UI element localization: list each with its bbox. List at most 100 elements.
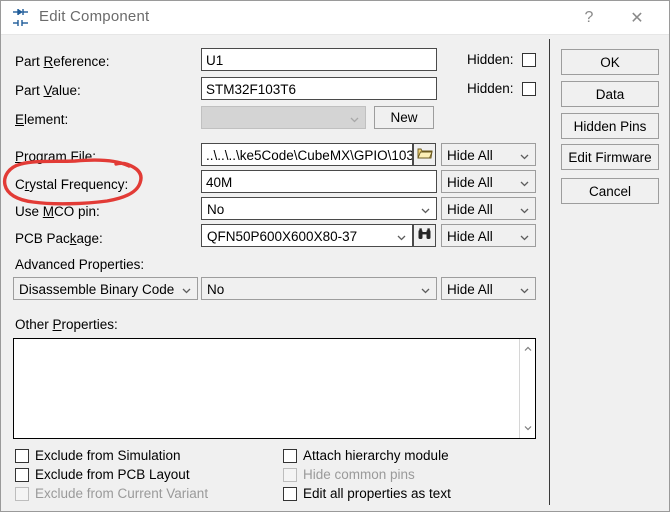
other-properties-textarea[interactable] bbox=[13, 338, 536, 439]
hidden-label-reference: Hidden: bbox=[467, 52, 514, 67]
chevron-down-icon bbox=[519, 282, 530, 294]
pcb-package-visibility-value: Hide All bbox=[447, 229, 493, 244]
chevron-down-icon bbox=[420, 202, 431, 214]
use-mco-pin-dropdown[interactable]: No bbox=[201, 197, 437, 220]
program-file-input[interactable]: ..\..\..\ke5Code\CubeMX\GPIO\103 bbox=[201, 143, 413, 166]
checkbox-box bbox=[283, 467, 297, 482]
checkbox-attach-hierarchy-module[interactable]: Attach hierarchy module bbox=[283, 448, 449, 463]
help-icon: ? bbox=[584, 8, 594, 26]
checkbox-exclude-simulation[interactable]: Exclude from Simulation bbox=[15, 448, 181, 463]
program-file-label: Program File: bbox=[15, 149, 96, 164]
checkbox-box[interactable] bbox=[283, 486, 297, 501]
part-reference-label: Part Reference: bbox=[15, 54, 110, 69]
part-value-label: Part Value: bbox=[15, 83, 81, 98]
label-suffix: roperties: bbox=[61, 317, 118, 332]
pcb-package-visibility-dropdown[interactable]: Hide All bbox=[441, 224, 536, 247]
scroll-up-icon[interactable] bbox=[520, 341, 536, 357]
close-icon: ✕ bbox=[630, 9, 644, 27]
part-reference-hidden-checkbox[interactable]: Hidden: bbox=[467, 52, 536, 67]
checkbox-label: Exclude from PCB Layout bbox=[35, 467, 190, 482]
label-mnemonic: V bbox=[43, 83, 52, 98]
ok-button[interactable]: OK bbox=[561, 49, 659, 75]
other-properties-scrollbar[interactable] bbox=[519, 339, 535, 438]
chevron-down-icon bbox=[181, 282, 192, 294]
checkbox-box[interactable] bbox=[15, 467, 29, 482]
advanced-properties-value-dropdown[interactable]: No bbox=[201, 277, 437, 300]
label-prefix: Part bbox=[15, 83, 44, 98]
close-button[interactable]: ✕ bbox=[615, 1, 659, 34]
advanced-properties-visibility-dropdown[interactable]: Hide All bbox=[441, 277, 536, 300]
chevron-down-icon bbox=[396, 229, 407, 241]
program-file-browse-button[interactable] bbox=[413, 143, 436, 166]
label-mnemonic: P bbox=[15, 149, 25, 164]
cancel-button[interactable]: Cancel bbox=[561, 178, 659, 204]
edit-firmware-button[interactable]: Edit Firmware bbox=[561, 144, 659, 170]
scroll-down-icon[interactable] bbox=[520, 420, 536, 436]
chevron-down-icon bbox=[519, 229, 530, 241]
chevron-down-icon bbox=[519, 175, 530, 187]
checkbox-label: Exclude from Simulation bbox=[35, 448, 181, 463]
hidden-label-value: Hidden: bbox=[467, 81, 514, 96]
title-bar: Edit Component ? ✕ bbox=[1, 1, 669, 34]
label-mnemonic: M bbox=[42, 204, 55, 219]
checkbox-label: Hide common pins bbox=[303, 467, 415, 482]
crystal-frequency-input[interactable]: 40M bbox=[201, 170, 437, 193]
label-suffix: lement: bbox=[24, 112, 69, 127]
checkbox-label: Edit all properties as text bbox=[303, 486, 451, 501]
checkbox-box[interactable] bbox=[283, 448, 297, 463]
binoculars-icon bbox=[417, 227, 432, 244]
part-value-hidden-checkbox[interactable]: Hidden: bbox=[467, 81, 536, 96]
checkbox-edit-all-properties-as-text[interactable]: Edit all properties as text bbox=[283, 486, 451, 501]
other-properties-label: Other Properties: bbox=[15, 317, 118, 332]
pcb-package-dropdown[interactable]: QFN50P600X600X80-37 bbox=[201, 224, 413, 247]
title-bar-separator bbox=[1, 34, 669, 35]
program-file-visibility-dropdown[interactable]: Hide All bbox=[441, 143, 536, 166]
vertical-divider bbox=[549, 39, 550, 505]
chevron-down-icon bbox=[519, 202, 530, 214]
advanced-properties-value: No bbox=[207, 282, 225, 297]
checkbox-box bbox=[15, 486, 29, 501]
label-prefix: Part bbox=[15, 54, 44, 69]
label-suffix: alue: bbox=[51, 83, 81, 98]
checkbox-box[interactable] bbox=[15, 448, 29, 463]
help-button[interactable]: ? bbox=[567, 1, 611, 34]
advanced-properties-label: Advanced Properties: bbox=[15, 257, 145, 272]
crystal-frequency-visibility-dropdown[interactable]: Hide All bbox=[441, 170, 536, 193]
checkbox-exclude-pcb-layout[interactable]: Exclude from PCB Layout bbox=[15, 467, 190, 482]
advanced-properties-name-dropdown[interactable]: Disassemble Binary Code bbox=[13, 277, 198, 300]
chevron-down-icon bbox=[519, 148, 530, 160]
label-prefix: Other bbox=[15, 317, 53, 332]
label-prefix: C bbox=[15, 177, 25, 192]
hidden-checkbox-value-box[interactable] bbox=[521, 81, 536, 96]
hidden-checkbox-reference-box[interactable] bbox=[521, 52, 536, 67]
use-mco-pin-visibility-dropdown[interactable]: Hide All bbox=[441, 197, 536, 220]
program-file-visibility-value: Hide All bbox=[447, 148, 493, 163]
part-reference-input[interactable]: U1 bbox=[201, 48, 437, 71]
checkbox-hide-common-pins: Hide common pins bbox=[283, 467, 415, 482]
part-value-input[interactable]: STM32F103T6 bbox=[201, 77, 437, 100]
label-mnemonic: P bbox=[52, 317, 62, 332]
label-mnemonic: R bbox=[43, 54, 54, 69]
label-suffix: eference: bbox=[53, 54, 110, 69]
pcb-package-value: QFN50P600X600X80-37 bbox=[207, 229, 358, 244]
label-prefix: Use bbox=[15, 204, 43, 219]
component-ic-icon bbox=[10, 7, 32, 29]
data-button[interactable]: Data bbox=[561, 81, 659, 107]
use-mco-pin-label: Use MCO pin: bbox=[15, 204, 100, 219]
checkbox-label: Exclude from Current Variant bbox=[35, 486, 209, 501]
pcb-package-label: PCB Package: bbox=[15, 231, 103, 246]
pcb-package-search-button[interactable] bbox=[413, 224, 436, 247]
advanced-properties-visibility-value: Hide All bbox=[447, 282, 493, 297]
label-prefix: PCB Pac bbox=[15, 231, 70, 246]
crystal-frequency-label: Crystal Frequency: bbox=[15, 177, 128, 192]
new-element-button[interactable]: New bbox=[374, 106, 434, 129]
chevron-down-icon bbox=[420, 282, 431, 294]
label-suffix: CO pin: bbox=[54, 204, 100, 219]
element-label: Element: bbox=[15, 112, 68, 127]
label-suffix: ystal Frequency: bbox=[29, 177, 129, 192]
hidden-pins-button[interactable]: Hidden Pins bbox=[561, 113, 659, 139]
use-mco-pin-visibility-value: Hide All bbox=[447, 202, 493, 217]
label-mnemonic: E bbox=[15, 112, 25, 127]
label-suffix: age: bbox=[76, 231, 103, 246]
checkbox-label: Attach hierarchy module bbox=[303, 448, 449, 463]
